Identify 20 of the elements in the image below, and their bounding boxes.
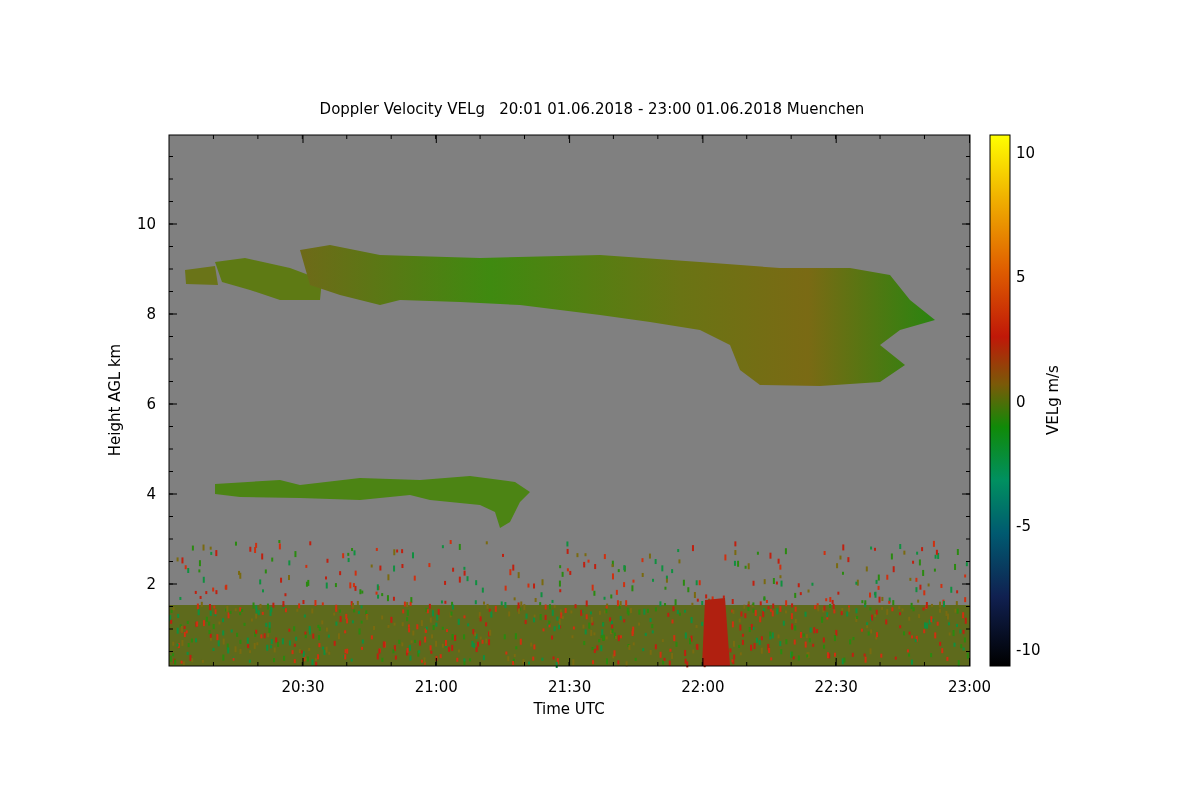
x-tick-label: 23:00 — [947, 678, 992, 696]
colorbar-tick-label: -10 — [1016, 641, 1041, 659]
y-tick-label: 10 — [136, 215, 156, 233]
x-tick-label: 22:30 — [814, 678, 858, 696]
x-tick-label: 21:00 — [414, 678, 458, 696]
colorbar-tick-label: 0 — [1016, 392, 1026, 411]
x-tick-label: 21:30 — [548, 678, 592, 696]
colorbar-tick-label: -5 — [1016, 516, 1031, 535]
x-axis-label: Time UTC — [533, 700, 605, 718]
x-tick-label: 20:30 — [281, 678, 325, 696]
colorbar-label: VELg m/s — [1044, 365, 1062, 435]
chart-title: Doppler Velocity VELg 20:01 01.06.2018 - 23:00 01.06.2018 Muenchen — [319, 100, 865, 118]
y-axis-label: Height AGL km — [106, 343, 124, 457]
y-tick-label: 6 — [146, 395, 156, 413]
colorbar-tick-label: 10 — [1016, 144, 1036, 162]
colorbar-tick-label: 5 — [1016, 268, 1026, 287]
y-tick-label: 2 — [146, 575, 156, 593]
y-tick-label: 4 — [146, 485, 156, 503]
x-tick-label: 22:00 — [681, 678, 725, 696]
y-tick-label: 8 — [146, 305, 156, 323]
